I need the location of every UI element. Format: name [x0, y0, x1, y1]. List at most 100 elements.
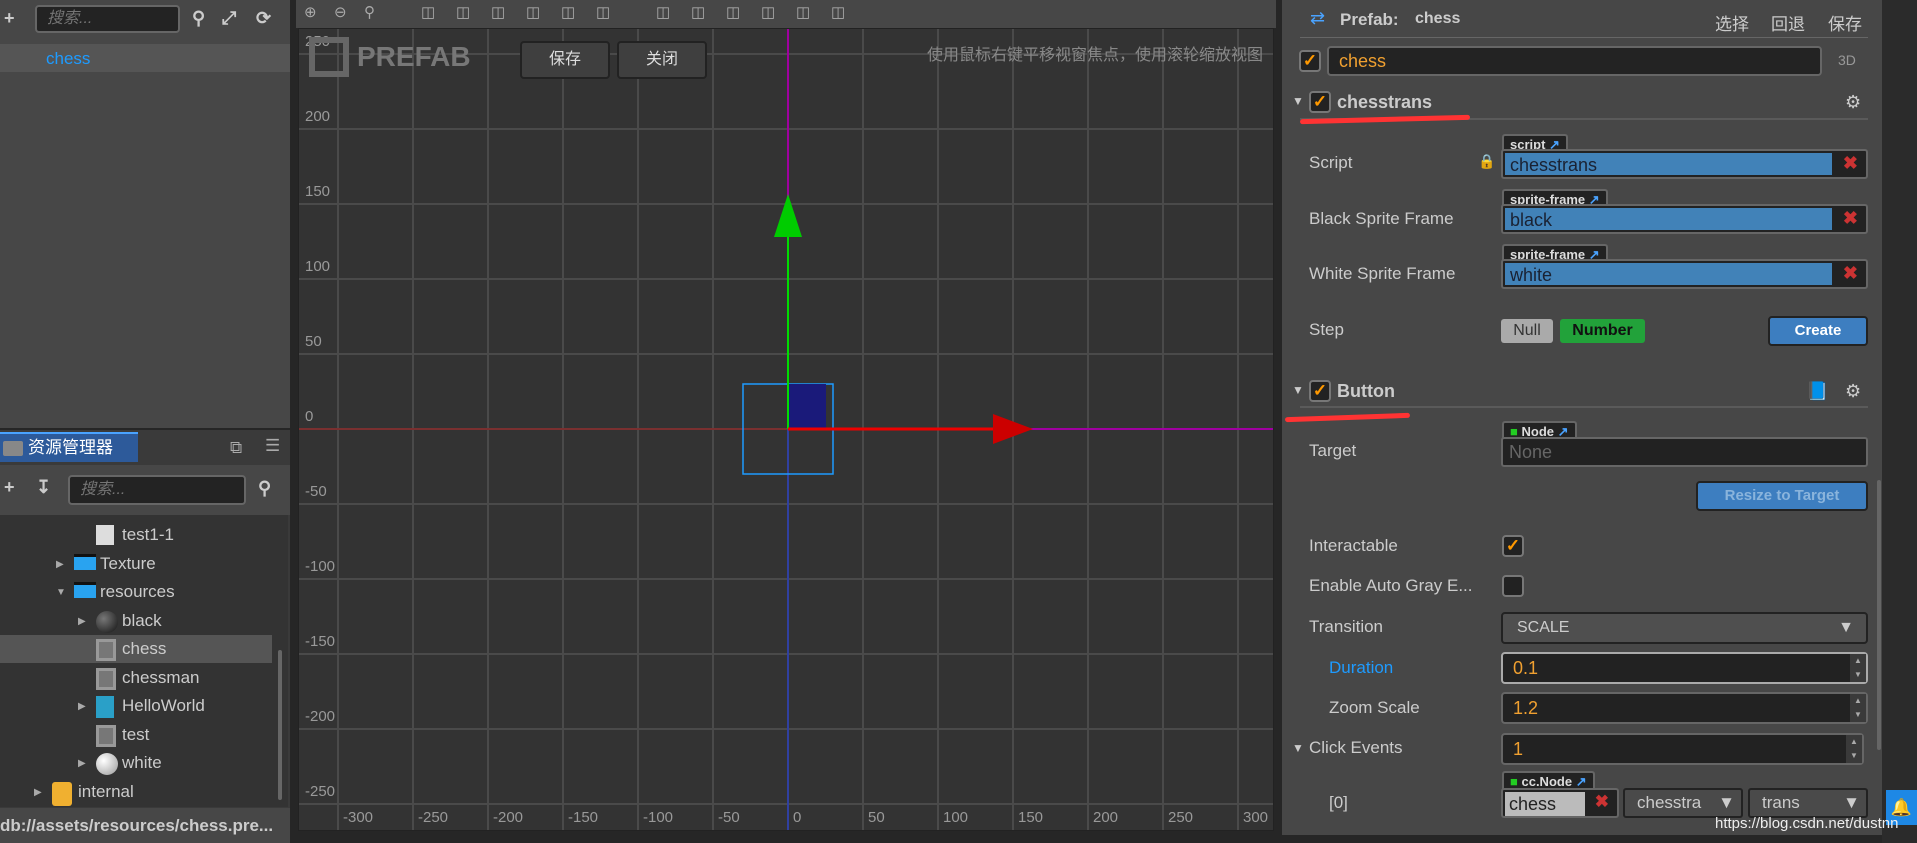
black-sprite-frame-field[interactable]: black ✖	[1501, 204, 1868, 234]
button-enabled-checkbox[interactable]: ✓	[1309, 380, 1331, 402]
chesstrans-enabled-checkbox[interactable]: ✓	[1309, 91, 1331, 113]
popout-icon[interactable]: ⧉	[230, 438, 242, 458]
clear-icon[interactable]: ✖	[1595, 792, 1609, 812]
save-button[interactable]: 保存	[520, 41, 610, 79]
duration-input[interactable]: 0.1 ▲ ▼	[1501, 652, 1868, 684]
event-target-field[interactable]: chess ✖	[1501, 788, 1619, 818]
expand-arrow-icon[interactable]: ▶	[78, 750, 86, 778]
distribute-right-icon[interactable]: ◫	[831, 3, 845, 21]
zoom-reset-icon[interactable]: ⚲	[364, 3, 375, 21]
hierarchy-search-input[interactable]	[35, 5, 180, 33]
asset-item-black[interactable]: ▶ black	[0, 607, 272, 635]
distribute-left-icon[interactable]: ◫	[761, 3, 775, 21]
collapse-arrow-icon[interactable]: ▼	[56, 579, 66, 607]
transition-select[interactable]: SCALE ▼	[1501, 612, 1868, 644]
white-sprite-frame-field[interactable]: white ✖	[1501, 259, 1868, 289]
add-icon[interactable]: +	[4, 477, 15, 498]
x-tick-label: -100	[643, 809, 673, 826]
3d-toggle[interactable]: 3D	[1838, 52, 1856, 68]
asset-item-test1-1[interactable]: test1-1	[0, 521, 272, 549]
clear-icon[interactable]: ✖	[1843, 263, 1858, 284]
stepper-icon[interactable]: ▲ ▼	[1846, 735, 1862, 763]
hierarchy-panel: + ⚲ ⤢ ⟳ chess	[0, 0, 290, 428]
folder-icon	[74, 582, 96, 598]
distribute-top-icon[interactable]: ◫	[656, 3, 670, 21]
zoom-in-icon[interactable]: ⊕	[304, 3, 317, 21]
distribute-bottom-icon[interactable]: ◫	[726, 3, 740, 21]
expand-arrow-icon[interactable]: ▶	[34, 779, 42, 807]
prefab-save-button[interactable]: 保存	[1828, 10, 1862, 35]
close-button[interactable]: 关闭	[617, 41, 707, 79]
distribute-hcenter-icon[interactable]: ◫	[796, 3, 810, 21]
null-button[interactable]: Null	[1501, 319, 1553, 343]
align-hcenter-icon[interactable]: ◫	[561, 3, 575, 21]
x-tick-label: -200	[493, 809, 523, 826]
asset-item-chess[interactable]: chess	[0, 635, 272, 663]
number-button[interactable]: Number	[1560, 319, 1645, 343]
assets-search-input[interactable]	[68, 475, 246, 505]
create-button[interactable]: Create	[1768, 316, 1868, 346]
script-field[interactable]: chesstrans ✖	[1501, 149, 1868, 179]
scrollbar[interactable]	[278, 650, 282, 800]
prefab-cube-icon	[309, 37, 349, 77]
event-component-select[interactable]: chesstra ▼	[1623, 788, 1743, 818]
asset-item-label: chessman	[122, 667, 200, 687]
gear-icon[interactable]: ⚙	[1845, 92, 1861, 113]
sort-icon[interactable]: ↧	[36, 477, 51, 498]
align-right-icon[interactable]: ◫	[596, 3, 610, 21]
collapse-arrow-icon[interactable]: ▼	[1292, 383, 1304, 397]
asset-item-texture[interactable]: ▶ Texture	[0, 550, 272, 578]
y-tick-label: 150	[305, 183, 330, 200]
event-handler-select[interactable]: trans ▼	[1748, 788, 1868, 818]
stepper-icon[interactable]: ▲ ▼	[1850, 654, 1866, 682]
search-icon[interactable]: ⚲	[258, 478, 271, 499]
asset-item-resources[interactable]: ▼ resources	[0, 578, 272, 606]
zoom-scale-input[interactable]: 1.2 ▲ ▼	[1501, 692, 1868, 724]
zoom-out-icon[interactable]: ⊖	[334, 3, 347, 21]
click-events-count-input[interactable]: 1 ▲ ▼	[1501, 733, 1864, 765]
expand-arrow-icon[interactable]: ▶	[78, 693, 86, 721]
open-link-icon[interactable]: ↗	[1576, 774, 1587, 789]
hierarchy-item[interactable]: chess	[0, 44, 290, 72]
align-left-icon[interactable]: ◫	[526, 3, 540, 21]
asset-item-white[interactable]: ▶ white	[0, 749, 272, 777]
menu-icon[interactable]: ☰	[265, 436, 280, 456]
collapse-arrow-icon[interactable]: ▼	[1292, 741, 1304, 755]
asset-item-chessman[interactable]: chessman	[0, 664, 272, 692]
scene-viewport[interactable]: -300 -250 -200 -150 -100 -50 0 50 100 150 200 250 30…	[298, 28, 1274, 831]
x-tick-label: -50	[718, 809, 740, 826]
expand-icon[interactable]: ⤢	[222, 8, 236, 29]
select-button[interactable]: 选择	[1715, 10, 1749, 35]
clear-icon[interactable]: ✖	[1843, 153, 1858, 174]
distribute-vcenter-icon[interactable]: ◫	[691, 3, 705, 21]
expand-arrow-icon[interactable]: ▶	[56, 551, 64, 579]
search-icon[interactable]: ⚲	[192, 8, 205, 29]
add-icon[interactable]: +	[4, 8, 15, 29]
assets-tree: test1-1 ▶ Texture ▼ resources ▶ black chess ches…	[0, 515, 288, 807]
expand-arrow-icon[interactable]: ▶	[78, 608, 86, 636]
target-field[interactable]: None	[1501, 437, 1868, 467]
inspector-scrollbar[interactable]	[1877, 480, 1881, 750]
asset-item-test[interactable]: test	[0, 721, 272, 749]
help-book-icon[interactable]: 📘	[1806, 381, 1828, 402]
y-tick-label: -200	[305, 708, 335, 725]
collapse-arrow-icon[interactable]: ▼	[1292, 94, 1304, 108]
revert-button[interactable]: 回退	[1771, 10, 1805, 35]
interactable-checkbox[interactable]: ✓	[1502, 535, 1524, 557]
refresh-icon[interactable]: ⟳	[256, 8, 271, 29]
asset-item-helloworld[interactable]: ▶ HelloWorld	[0, 692, 272, 720]
node-name-input[interactable]: chess	[1327, 46, 1822, 76]
clear-icon[interactable]: ✖	[1843, 208, 1858, 229]
align-vcenter-icon[interactable]: ◫	[456, 3, 470, 21]
asset-item-internal[interactable]: ▶ internal	[0, 778, 272, 806]
assets-tab[interactable]: 资源管理器	[0, 432, 138, 462]
enable-auto-gray-checkbox[interactable]	[1502, 575, 1524, 597]
gear-icon[interactable]: ⚙	[1845, 381, 1861, 402]
align-top-icon[interactable]: ◫	[421, 3, 435, 21]
x-tick-label: 250	[1168, 809, 1193, 826]
interactable-label: Interactable	[1309, 536, 1398, 555]
stepper-icon[interactable]: ▲ ▼	[1850, 694, 1866, 722]
align-bottom-icon[interactable]: ◫	[491, 3, 505, 21]
node-active-checkbox[interactable]: ✓	[1299, 50, 1321, 72]
resize-to-target-button[interactable]: Resize to Target	[1696, 481, 1868, 511]
